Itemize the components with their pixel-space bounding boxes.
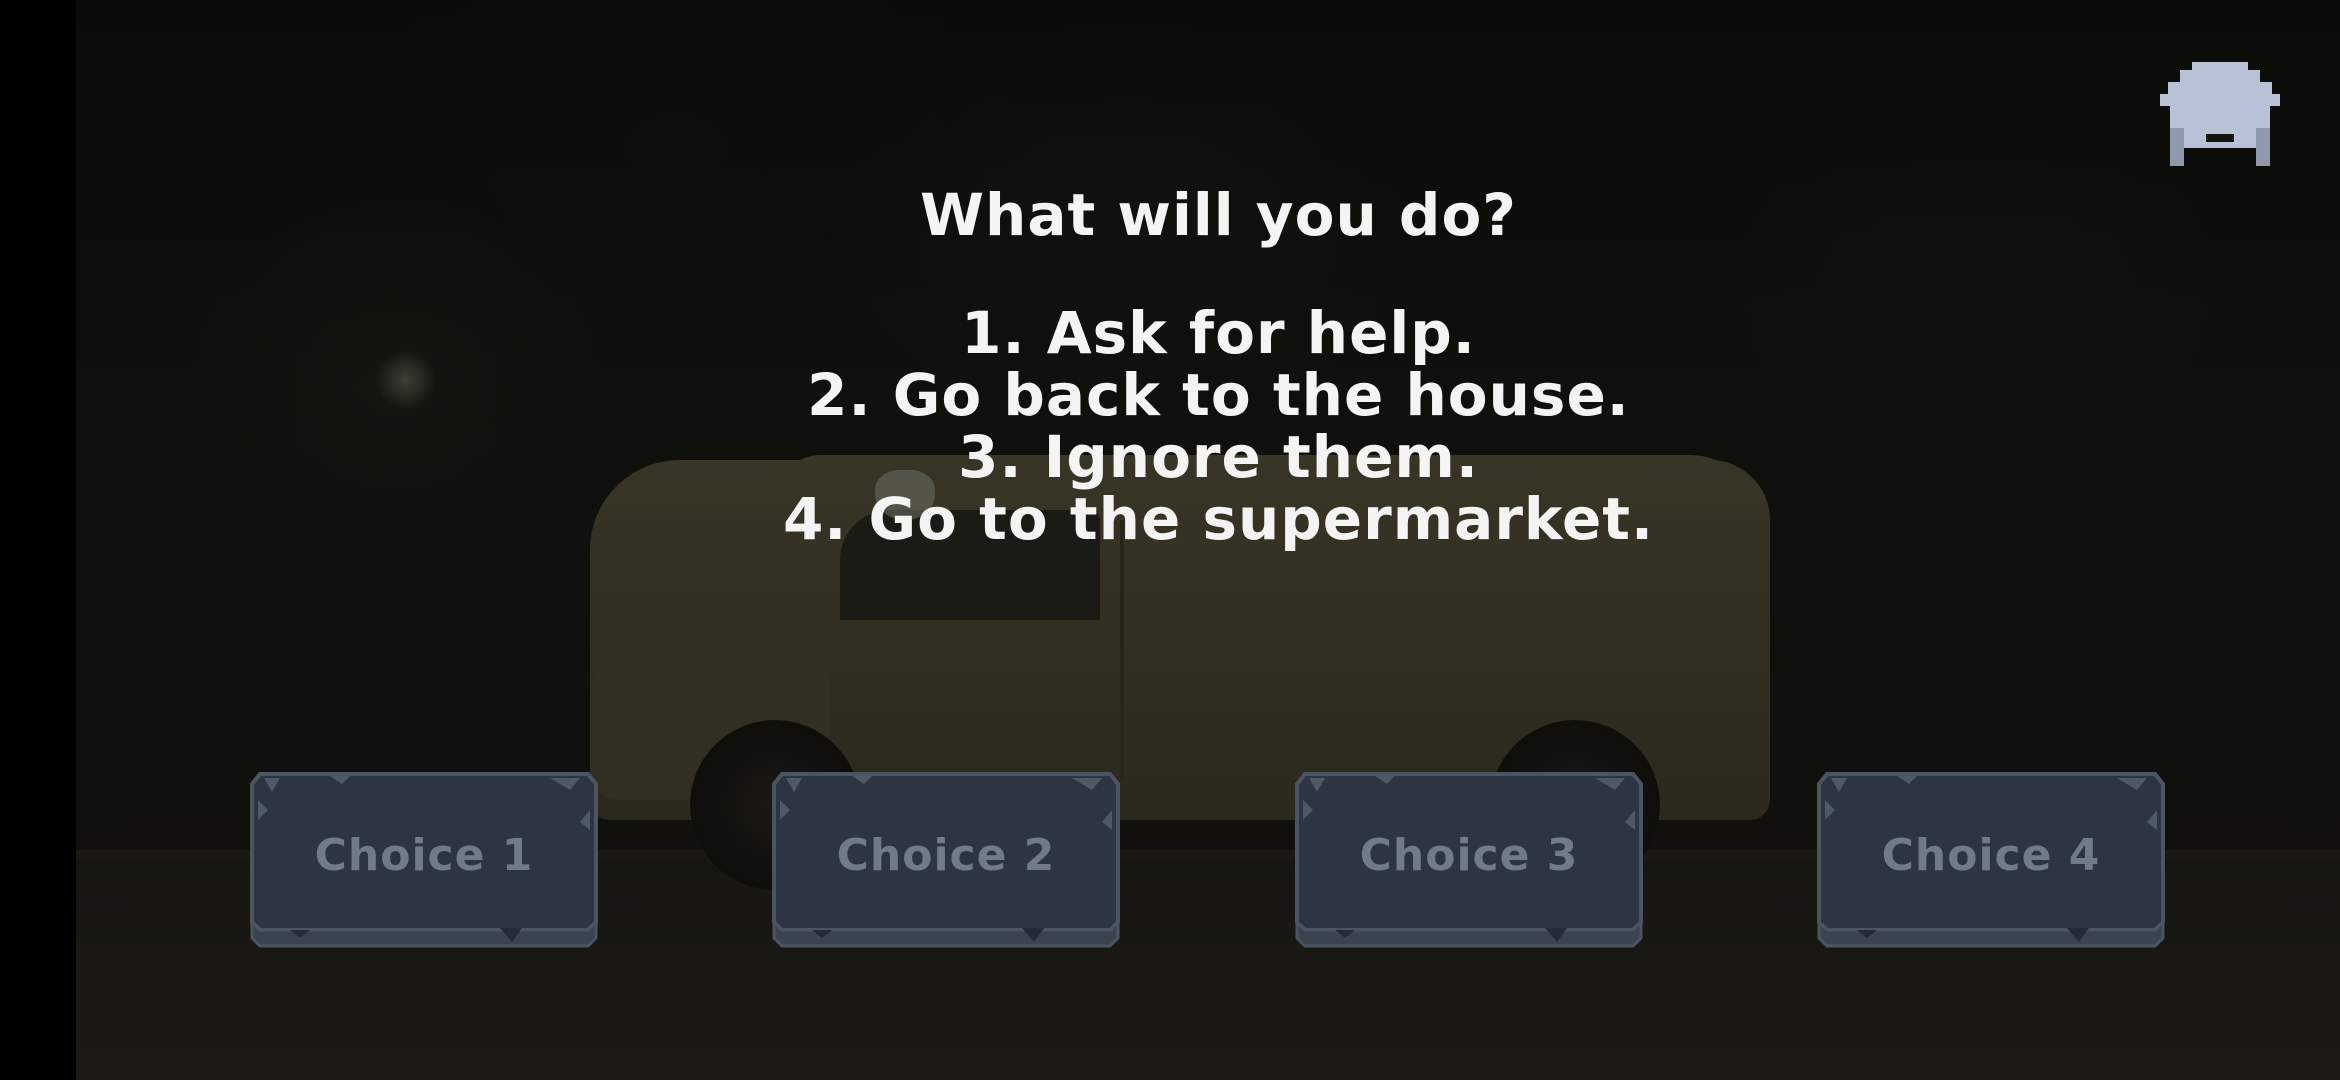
- prompt-panel: What will you do? 1. Ask for help. 2. Go…: [76, 180, 2340, 550]
- prompt-title: What will you do?: [920, 181, 1517, 249]
- choice-1-button[interactable]: Choice 1: [250, 770, 598, 950]
- game-screen: What will you do? 1. Ask for help. 2. Go…: [0, 0, 2340, 1080]
- choice-4-label: Choice 4: [1881, 829, 2101, 881]
- prompt-options: 1. Ask for help. 2. Go back to the house…: [76, 302, 2340, 550]
- choice-2-button[interactable]: Choice 2: [772, 770, 1120, 950]
- home-icon: [2160, 62, 2280, 166]
- option-line-3: 3. Ignore them.: [958, 423, 1479, 491]
- choice-1-label: Choice 1: [314, 829, 534, 881]
- option-line-1: 1. Ask for help.: [961, 299, 1476, 367]
- letterbox-bar: [0, 0, 76, 1080]
- option-line-2: 2. Go back to the house.: [807, 361, 1630, 429]
- choice-2-label: Choice 2: [836, 829, 1056, 881]
- choice-4-button[interactable]: Choice 4: [1817, 770, 2165, 950]
- option-line-4: 4. Go to the supermarket.: [782, 485, 1655, 553]
- home-button[interactable]: [2160, 62, 2280, 166]
- choice-3-label: Choice 3: [1359, 829, 1579, 881]
- choice-3-button[interactable]: Choice 3: [1295, 770, 1643, 950]
